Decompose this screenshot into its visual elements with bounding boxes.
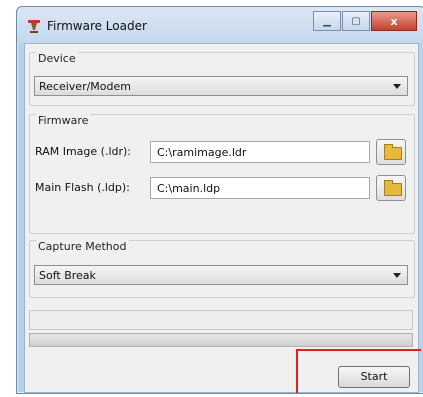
chevron-down-icon [393, 84, 401, 89]
firmware-loader-icon [28, 20, 40, 33]
main-flash-value: C:\main.ldp [157, 182, 221, 195]
start-button-highlight [296, 349, 421, 393]
firmware-legend: Firmware [36, 114, 91, 127]
firmware-loader-window: Firmware Loader ▁ ▢ x Device Receiver/Mo… [16, 6, 423, 394]
firmware-group: Firmware RAM Image (.ldr): C:\ramimage.l… [29, 114, 415, 234]
title-bar[interactable]: Firmware Loader ▁ ▢ x [17, 7, 423, 43]
ram-image-value: C:\ramimage.ldr [157, 146, 247, 159]
progress-bar [29, 333, 413, 347]
maximize-icon: ▢ [351, 15, 361, 27]
capture-method-combobox[interactable]: Soft Break [34, 265, 408, 285]
ram-image-label: RAM Image (.ldr): [35, 145, 132, 158]
device-selected-value: Receiver/Modem [39, 80, 131, 93]
client-area: Device Receiver/Modem Firmware RAM Image… [24, 43, 419, 393]
status-box [29, 310, 413, 330]
caption-buttons: ▁ ▢ x [312, 11, 417, 31]
folder-icon [384, 180, 402, 196]
ram-image-field[interactable]: C:\ramimage.ldr [150, 141, 370, 163]
window-title: Firmware Loader [47, 19, 147, 33]
device-legend: Device [36, 52, 78, 65]
minimize-button[interactable]: ▁ [313, 11, 341, 31]
device-group: Device Receiver/Modem [29, 52, 415, 106]
ram-image-browse-button[interactable] [376, 139, 406, 165]
capture-method-group: Capture Method Soft Break [29, 240, 415, 298]
folder-icon [384, 144, 402, 160]
minimize-icon: ▁ [323, 15, 331, 27]
main-flash-browse-button[interactable] [376, 175, 406, 201]
maximize-button[interactable]: ▢ [342, 11, 370, 31]
capture-method-selected-value: Soft Break [39, 269, 96, 282]
close-icon: x [390, 14, 398, 28]
device-combobox[interactable]: Receiver/Modem [34, 76, 408, 96]
main-flash-field[interactable]: C:\main.ldp [150, 177, 370, 199]
capture-method-legend: Capture Method [36, 240, 129, 253]
main-flash-label: Main Flash (.ldp): [35, 181, 130, 194]
chevron-down-icon [393, 273, 401, 278]
close-button[interactable]: x [371, 11, 417, 31]
